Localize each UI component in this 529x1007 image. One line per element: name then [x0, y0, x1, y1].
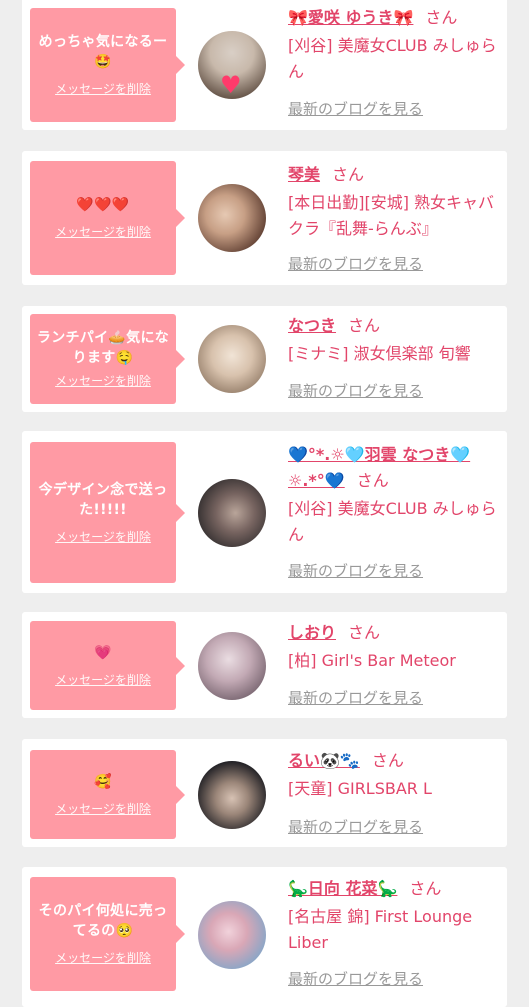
- message-card: ❤️❤️❤️ メッセージを削除 琴美 さん [本日出勤][安城] 熟女キャバクラ『…: [22, 151, 507, 285]
- message-bubble: ❤️❤️❤️ メッセージを削除: [30, 161, 185, 275]
- sender-info: しおり さん [柏] Girl's Bar Meteor: [288, 620, 500, 674]
- honorific: さん: [348, 316, 381, 335]
- honorific: さん: [371, 751, 404, 770]
- avatar[interactable]: ♥: [198, 31, 266, 99]
- honorific: さん: [409, 879, 442, 898]
- shop-name: [刈谷] 美魔女CLUB みしゅらん: [288, 36, 497, 81]
- honorific: さん: [332, 165, 365, 184]
- delete-message-link[interactable]: メッセージを削除: [55, 372, 151, 390]
- message-card: ランチパイ🥧気になります🤤 メッセージを削除 なつき さん [ミナミ] 淑女倶楽部…: [22, 306, 507, 412]
- message-text: めっちゃ気になるー🤩: [38, 34, 168, 70]
- sender-info: 🎀愛咲 ゆうき🎀 さん [刈谷] 美魔女CLUB みしゅらん: [288, 5, 500, 85]
- shop-name: [柏] Girl's Bar Meteor: [288, 651, 456, 670]
- avatar[interactable]: [198, 901, 266, 969]
- message-card: そのパイ何処に売ってるの🥺 メッセージを削除 🦕日向 花菜🦕 さん [名古屋 錦]…: [22, 867, 507, 1007]
- message-bubble: ランチパイ🥧気になります🤤 メッセージを削除: [30, 314, 185, 404]
- message-text: 今デザイン念で送った!!!!!: [38, 481, 168, 518]
- latest-blog-link[interactable]: 最新のブログを見る: [288, 99, 423, 119]
- message-bubble: めっちゃ気になるー🤩 メッセージを削除: [30, 8, 185, 122]
- message-card: 🥰 メッセージを削除 るい🐼🐾 さん [天童] GIRLSBAR L 最新のブログ…: [22, 739, 507, 847]
- delete-message-link[interactable]: メッセージを削除: [55, 528, 151, 546]
- latest-blog-link[interactable]: 最新のブログを見る: [288, 254, 423, 274]
- shop-name: [天童] GIRLSBAR L: [288, 779, 432, 798]
- delete-message-link[interactable]: メッセージを削除: [55, 671, 151, 689]
- sender-name[interactable]: なつき: [288, 316, 336, 335]
- message-text: ❤️❤️❤️: [76, 197, 130, 213]
- avatar[interactable]: [198, 479, 266, 547]
- latest-blog-link[interactable]: 最新のブログを見る: [288, 817, 423, 837]
- message-text: 💗: [94, 644, 112, 661]
- avatar[interactable]: [198, 632, 266, 700]
- sender-name[interactable]: るい🐼🐾: [288, 751, 360, 770]
- avatar[interactable]: [198, 184, 266, 252]
- latest-blog-link[interactable]: 最新のブログを見る: [288, 381, 423, 401]
- message-text: そのパイ何処に売ってるの🥺: [38, 903, 168, 939]
- sender-info: 💙°*.☼🩵羽雲 なつき🩵☼.*°💙 さん [刈谷] 美魔女CLUB みしゅらん: [288, 442, 500, 548]
- message-bubble: 💗 メッセージを削除: [30, 621, 185, 710]
- message-card: 💗 メッセージを削除 しおり さん [柏] Girl's Bar Meteor 最…: [22, 612, 507, 718]
- latest-blog-link[interactable]: 最新のブログを見る: [288, 561, 423, 581]
- shop-name: [名古屋 錦] First Lounge Liber: [288, 907, 473, 952]
- delete-message-link[interactable]: メッセージを削除: [55, 949, 151, 967]
- latest-blog-link[interactable]: 最新のブログを見る: [288, 969, 423, 989]
- sender-info: 琴美 さん [本日出勤][安城] 熟女キャバクラ『乱舞-らんぶ』: [288, 162, 500, 242]
- honorific: さん: [348, 623, 381, 642]
- shop-name: [本日出勤][安城] 熟女キャバクラ『乱舞-らんぶ』: [288, 193, 495, 238]
- delete-message-link[interactable]: メッセージを削除: [55, 800, 151, 818]
- message-text: 🥰: [94, 773, 112, 790]
- avatar[interactable]: [198, 761, 266, 829]
- avatar[interactable]: [198, 325, 266, 393]
- delete-message-link[interactable]: メッセージを削除: [55, 223, 151, 241]
- honorific: さん: [356, 471, 389, 490]
- message-bubble: そのパイ何処に売ってるの🥺 メッセージを削除: [30, 877, 185, 991]
- message-bubble: 今デザイン念で送った!!!!! メッセージを削除: [30, 442, 185, 583]
- delete-message-link[interactable]: メッセージを削除: [55, 80, 151, 98]
- message-bubble: 🥰 メッセージを削除: [30, 750, 185, 839]
- sender-info: 🦕日向 花菜🦕 さん [名古屋 錦] First Lounge Liber: [288, 876, 500, 956]
- message-card: 今デザイン念で送った!!!!! メッセージを削除 💙°*.☼🩵羽雲 なつき🩵☼.…: [22, 431, 507, 593]
- heart-icon: ♥: [220, 71, 242, 99]
- message-card: めっちゃ気になるー🤩 メッセージを削除 ♥ 🎀愛咲 ゆうき🎀 さん [刈谷] 美魔…: [22, 0, 507, 130]
- sender-name[interactable]: 🦕日向 花菜🦕: [288, 879, 397, 898]
- sender-info: なつき さん [ミナミ] 淑女倶楽部 旬響: [288, 313, 500, 367]
- honorific: さん: [425, 8, 458, 27]
- sender-name[interactable]: 🎀愛咲 ゆうき🎀: [288, 8, 413, 27]
- sender-name[interactable]: しおり: [288, 623, 336, 642]
- sender-name[interactable]: 琴美: [288, 165, 320, 184]
- latest-blog-link[interactable]: 最新のブログを見る: [288, 688, 423, 708]
- shop-name: [刈谷] 美魔女CLUB みしゅらん: [288, 499, 497, 544]
- message-text: ランチパイ🥧気になります🤤: [36, 330, 170, 366]
- shop-name: [ミナミ] 淑女倶楽部 旬響: [288, 344, 471, 363]
- sender-info: るい🐼🐾 さん [天童] GIRLSBAR L: [288, 748, 500, 802]
